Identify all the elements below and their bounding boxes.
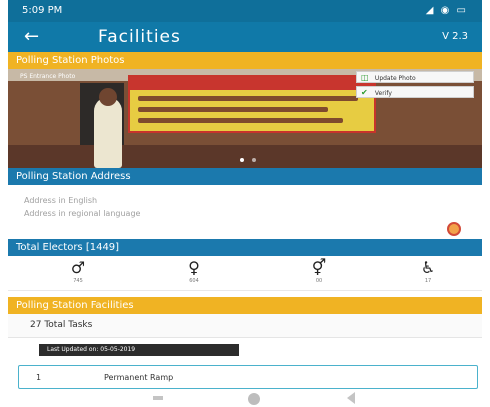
photos-section-header: Polling Station Photos xyxy=(8,52,482,69)
version-label: V 2.3 xyxy=(442,31,468,42)
task-number: 1 xyxy=(36,373,42,382)
total-tasks-row: 27 Total Tasks xyxy=(8,314,482,338)
photo-head xyxy=(99,88,117,106)
carousel-dot[interactable] xyxy=(252,158,256,162)
check-icon: ✔ xyxy=(361,88,368,97)
status-bar: 5:09 PM ◢ ◉ ▭ xyxy=(8,0,482,22)
address-english: Address in English xyxy=(24,196,98,205)
task-name: Permanent Ramp xyxy=(104,373,174,382)
photo-banner xyxy=(128,75,376,133)
elector-count: 17 xyxy=(424,278,432,284)
address-section-header: Polling Station Address xyxy=(8,168,482,185)
elector-count: 604 xyxy=(189,278,199,284)
elector-wheelchair: ♿ 17 xyxy=(411,258,445,285)
elector-count: 00 xyxy=(315,278,323,284)
update-photo-button[interactable]: ◫ Update Photo xyxy=(356,71,474,83)
electors-section-title: Total Electors [1449] xyxy=(16,242,120,253)
update-photo-label: Update Photo xyxy=(374,75,416,82)
map-pin-icon[interactable] xyxy=(447,222,461,236)
female-icon: ♀ xyxy=(188,258,200,277)
facilities-section-header: Polling Station Facilities xyxy=(8,297,482,314)
electors-row: ♂ 745 ♀ 604 ⚥ 00 ♿ 17 xyxy=(8,256,482,291)
third-gender-icon: ⚥ xyxy=(311,258,327,277)
verify-label: Verify xyxy=(374,90,392,97)
system-nav-bar xyxy=(8,389,482,407)
last-updated-text: Last Updated on: 05-05-2019 xyxy=(47,346,136,353)
carousel-dot[interactable] xyxy=(240,158,244,162)
wheelchair-icon: ♿ xyxy=(420,258,436,277)
verify-button[interactable]: ✔ Verify xyxy=(356,86,474,98)
status-time: 5:09 PM xyxy=(22,5,63,16)
back-arrow-icon[interactable]: ← xyxy=(24,26,39,47)
recents-icon[interactable] xyxy=(153,396,163,400)
male-icon: ♂ xyxy=(70,258,86,277)
app-bar: ← Facilities V 2.3 xyxy=(8,22,482,52)
photos-section-title: Polling Station Photos xyxy=(16,55,125,66)
photo-person xyxy=(94,97,122,168)
facilities-section-title: Polling Station Facilities xyxy=(16,300,134,311)
status-indicators: ◢ ◉ ▭ xyxy=(425,5,468,16)
home-icon[interactable] xyxy=(248,393,260,405)
photo-caption: PS Entrance Photo xyxy=(20,73,76,80)
system-back-icon[interactable] xyxy=(347,392,355,404)
total-tasks-label: 27 Total Tasks xyxy=(30,320,93,330)
elector-third-gender: ⚥ 00 xyxy=(302,258,336,285)
page-title: Facilities xyxy=(98,27,181,47)
address-section-title: Polling Station Address xyxy=(16,171,131,182)
elector-female: ♀ 604 xyxy=(177,258,211,285)
photo-actions: ◫ Update Photo ✔ Verify xyxy=(356,71,482,99)
photo-floor xyxy=(8,145,482,168)
last-updated-badge: Last Updated on: 05-05-2019 xyxy=(39,344,239,356)
camera-icon: ◫ xyxy=(361,73,369,82)
elector-count: 745 xyxy=(73,278,83,284)
task-card[interactable]: 1 Permanent Ramp xyxy=(18,365,478,389)
elector-male: ♂ 745 xyxy=(61,258,95,285)
address-panel: Address in English Address in regional l… xyxy=(8,185,482,238)
address-regional: Address in regional language xyxy=(24,209,141,218)
electors-section-header: Total Electors [1449] xyxy=(8,239,482,256)
